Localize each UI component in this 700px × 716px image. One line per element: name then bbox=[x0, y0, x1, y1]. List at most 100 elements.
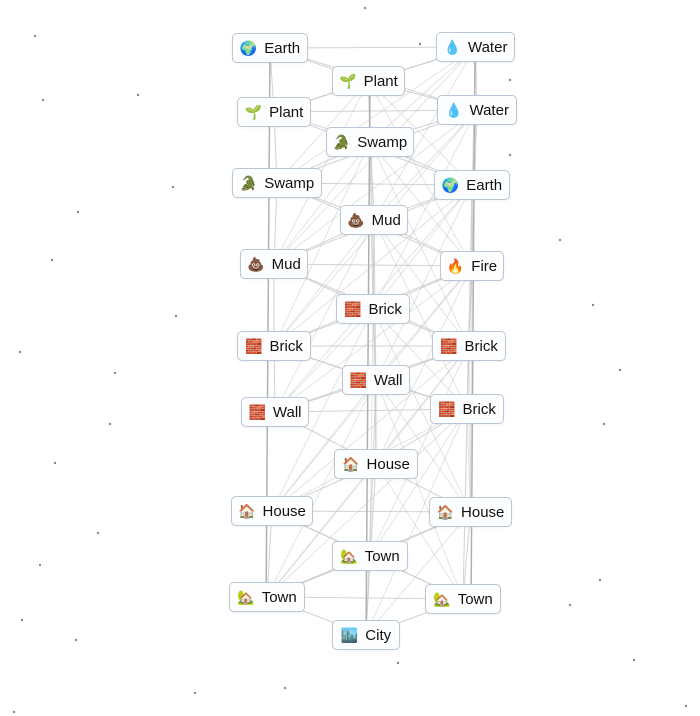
element-label: Brick bbox=[464, 337, 498, 355]
brick-icon: 🧱 bbox=[438, 401, 456, 417]
star-dot bbox=[591, 303, 595, 307]
star-dot bbox=[508, 78, 512, 82]
water-icon: 💧 bbox=[443, 39, 461, 55]
swamp-icon: 🐊 bbox=[239, 175, 258, 191]
element-brick[interactable]: 🧱 Brick bbox=[336, 294, 410, 324]
star-dot bbox=[74, 638, 78, 642]
star-dot bbox=[76, 210, 80, 214]
element-label: Wall bbox=[373, 371, 403, 389]
element-wall[interactable]: 🧱 Wall bbox=[342, 365, 410, 395]
star-dot bbox=[684, 704, 688, 708]
element-city[interactable]: 🏙️ City bbox=[332, 620, 400, 650]
element-label: Water bbox=[467, 38, 508, 56]
element-plant[interactable]: 🌱 Plant bbox=[332, 66, 405, 96]
star-dot bbox=[171, 185, 175, 189]
town-icon: 🏡 bbox=[237, 589, 255, 605]
star-dot bbox=[38, 563, 42, 567]
star-dot bbox=[53, 461, 57, 465]
element-swamp[interactable]: 🐊 Swamp bbox=[232, 168, 322, 198]
star-dot bbox=[396, 661, 400, 665]
element-mud[interactable]: 💩 Mud bbox=[240, 249, 308, 279]
element-label: Town bbox=[457, 590, 493, 608]
star-dot bbox=[363, 6, 367, 10]
star-dot bbox=[602, 422, 606, 426]
element-water[interactable]: 💧 Water bbox=[436, 32, 515, 62]
connection-line bbox=[266, 463, 377, 598]
brick-icon: 🧱 bbox=[245, 338, 263, 354]
element-plant[interactable]: 🌱 Plant bbox=[237, 97, 311, 127]
element-label: Brick bbox=[368, 300, 402, 318]
star-dot bbox=[283, 686, 287, 690]
element-earth[interactable]: 🌍 Earth bbox=[232, 33, 308, 63]
swamp-icon: 🐊 bbox=[332, 134, 351, 150]
star-dot bbox=[632, 658, 636, 662]
element-label: Plant bbox=[269, 103, 304, 121]
house-icon: 🏠 bbox=[238, 503, 256, 519]
element-town[interactable]: 🏡 Town bbox=[229, 582, 305, 612]
element-label: Mud bbox=[371, 211, 401, 229]
town-icon: 🏡 bbox=[433, 591, 451, 607]
element-wall[interactable]: 🧱 Wall bbox=[241, 397, 309, 427]
element-town[interactable]: 🏡 Town bbox=[332, 541, 408, 571]
water-icon: 💧 bbox=[445, 102, 463, 118]
star-dot bbox=[618, 368, 622, 372]
earth-icon: 🌍 bbox=[441, 177, 460, 193]
mud-icon: 💩 bbox=[247, 256, 265, 272]
star-dot bbox=[20, 618, 24, 622]
connection-line bbox=[273, 141, 371, 265]
element-mud[interactable]: 💩 Mud bbox=[340, 205, 408, 235]
connection-line bbox=[372, 184, 473, 310]
star-dot bbox=[508, 153, 512, 157]
element-water[interactable]: 💧 Water bbox=[437, 95, 517, 125]
star-dot bbox=[113, 371, 117, 375]
element-label: City bbox=[365, 626, 392, 644]
brick-icon: 🧱 bbox=[440, 338, 458, 354]
element-house[interactable]: 🏠 House bbox=[429, 497, 512, 527]
house-icon: 🏠 bbox=[436, 504, 455, 520]
plant-icon: 🌱 bbox=[244, 104, 263, 120]
star-dot bbox=[174, 314, 178, 318]
element-label: House bbox=[366, 455, 410, 473]
plant-icon: 🌱 bbox=[339, 73, 357, 89]
star-dot bbox=[12, 710, 16, 714]
element-label: Water bbox=[469, 101, 509, 119]
fire-icon: 🔥 bbox=[446, 258, 465, 274]
mud-icon: 💩 bbox=[347, 212, 365, 228]
star-dot bbox=[33, 34, 37, 38]
element-label: Brick bbox=[269, 337, 303, 355]
element-label: Mud bbox=[271, 255, 301, 273]
element-house[interactable]: 🏠 House bbox=[334, 449, 418, 479]
element-label: Wall bbox=[272, 403, 302, 421]
connection-lines bbox=[12, 6, 688, 714]
star-dot bbox=[598, 578, 602, 582]
earth-icon: 🌍 bbox=[239, 40, 258, 56]
element-earth[interactable]: 🌍 Earth bbox=[434, 170, 510, 200]
element-house[interactable]: 🏠 House bbox=[231, 496, 313, 526]
star-dot bbox=[50, 258, 54, 262]
element-label: Swamp bbox=[357, 133, 408, 151]
element-brick[interactable]: 🧱 Brick bbox=[432, 331, 506, 361]
city-icon: 🏙️ bbox=[340, 627, 359, 643]
element-fire[interactable]: 🔥 Fire bbox=[440, 251, 504, 281]
star-dot bbox=[193, 691, 197, 695]
element-label: Plant bbox=[363, 72, 398, 90]
element-brick[interactable]: 🧱 Brick bbox=[430, 394, 504, 424]
star-dot bbox=[558, 238, 562, 242]
star-dot bbox=[18, 350, 22, 354]
star-dot bbox=[568, 603, 572, 607]
element-town[interactable]: 🏡 Town bbox=[425, 584, 501, 614]
element-label: Swamp bbox=[264, 174, 315, 192]
star-dot bbox=[96, 531, 100, 535]
element-brick[interactable]: 🧱 Brick bbox=[237, 331, 311, 361]
house-icon: 🏠 bbox=[342, 456, 360, 472]
element-label: House bbox=[262, 502, 306, 520]
star-dot bbox=[136, 93, 140, 97]
element-swamp[interactable]: 🐊 Swamp bbox=[326, 127, 414, 157]
wall-icon: 🧱 bbox=[349, 372, 367, 388]
star-dot bbox=[41, 98, 45, 102]
star-dot bbox=[108, 422, 112, 426]
star-dot bbox=[418, 42, 422, 46]
element-label: Brick bbox=[462, 400, 496, 418]
town-icon: 🏡 bbox=[340, 548, 358, 564]
element-label: Earth bbox=[264, 39, 301, 57]
